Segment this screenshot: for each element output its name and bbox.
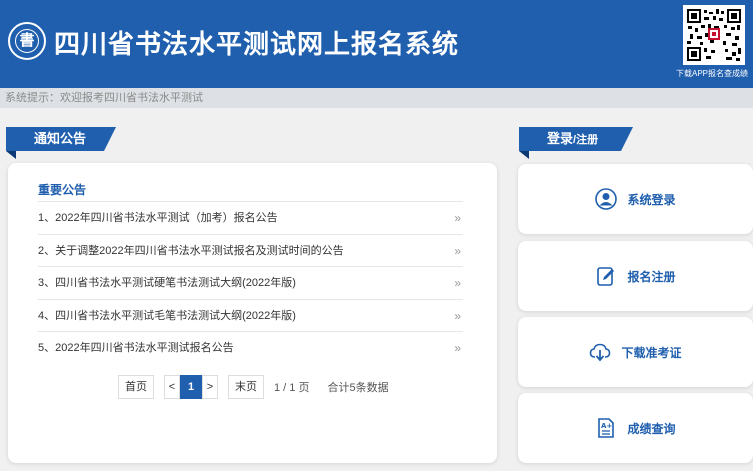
site-logo: 書 xyxy=(8,22,46,60)
system-login-button[interactable]: 系统登录 xyxy=(518,164,753,234)
announcement-title[interactable]: 2、关于调整2022年四川省书法水平测试报名及测试时间的公告 xyxy=(38,245,344,257)
important-announcements-heading: 重要公告 xyxy=(38,183,87,197)
page-info: 1 / 1 页 xyxy=(274,382,310,394)
announcement-title[interactable]: 4、四川省书法水平测试毛笔书法测试大纲(2022年版) xyxy=(38,310,296,322)
announcement-title[interactable]: 3、四川省书法水平测试硬笔书法测试大纲(2022年版) xyxy=(38,277,296,289)
logo-character: 書 xyxy=(15,29,39,53)
double-chevron-right-icon: » xyxy=(454,243,461,258)
ribbon-tip xyxy=(621,127,633,151)
announcements-section-title: 通知公告 xyxy=(6,127,104,151)
announcements-card: 重要公告 1、2022年四川省书法水平测试（加考）报名公告 » 2、关于调整20… xyxy=(8,163,497,463)
login-section-title: 登录/注册 xyxy=(519,127,621,151)
double-chevron-right-icon: » xyxy=(454,341,461,355)
qr-caption: 下载APP报名查成绩 xyxy=(676,69,749,78)
score-query-button[interactable]: A+ 成绩查询 xyxy=(518,393,753,463)
system-login-label: 系统登录 xyxy=(627,192,676,207)
download-admission-ticket-button[interactable]: 下载准考证 xyxy=(518,317,753,387)
double-chevron-right-icon: » xyxy=(454,308,461,323)
login-title-main: 登录 xyxy=(547,131,574,146)
ribbon-tip xyxy=(104,127,116,151)
next-page-button[interactable]: > xyxy=(202,375,218,399)
announcement-item[interactable]: 5、2022年四川省书法水平测试报名公告 » xyxy=(38,331,463,364)
first-page-button[interactable]: 首页 xyxy=(118,375,154,399)
double-chevron-right-icon: » xyxy=(454,211,461,225)
total-count: 合计5条数据 xyxy=(327,382,389,394)
announcement-item[interactable]: 1、2022年四川省书法水平测试（加考）报名公告 » xyxy=(38,201,463,234)
announcements-ribbon: 通知公告 xyxy=(6,127,116,159)
double-chevron-right-icon: » xyxy=(454,276,461,290)
edit-form-icon xyxy=(595,265,617,287)
app-qr-code xyxy=(683,5,745,65)
prev-page-button[interactable]: < xyxy=(164,375,180,399)
user-icon xyxy=(595,188,618,210)
ribbon-fold xyxy=(6,151,16,159)
score-document-icon: A+ xyxy=(595,417,617,439)
download-admission-ticket-label: 下载准考证 xyxy=(621,345,682,360)
announcement-item[interactable]: 2、关于调整2022年四川省书法水平测试报名及测试时间的公告 » xyxy=(38,233,463,267)
current-page-button[interactable]: 1 xyxy=(180,375,202,399)
announcement-title[interactable]: 1、2022年四川省书法水平测试（加考）报名公告 xyxy=(38,212,278,224)
last-page-button[interactable]: 末页 xyxy=(228,375,264,399)
announcement-item[interactable]: 4、四川省书法水平测试毛笔书法测试大纲(2022年版) » xyxy=(38,298,463,332)
login-ribbon: 登录/注册 xyxy=(519,127,633,159)
register-button[interactable]: 报名注册 xyxy=(518,241,753,311)
site-header: 書 四川省书法水平测试网上报名系统 下载APP报名查成绩 xyxy=(0,0,753,88)
system-notice-bar: 系统提示：欢迎报考四川省书法水平测试 xyxy=(0,88,753,108)
announcement-title[interactable]: 5、2022年四川省书法水平测试报名公告 xyxy=(38,342,234,354)
score-query-label: 成绩查询 xyxy=(627,421,676,436)
pagination: 首页 < 1 > 末页 1 / 1 页 合计5条数据 xyxy=(118,375,389,399)
login-title-sub: /注册 xyxy=(573,134,599,146)
cloud-download-icon xyxy=(589,341,611,363)
announcement-item[interactable]: 3、四川省书法水平测试硬笔书法测试大纲(2022年版) » xyxy=(38,266,463,299)
ribbon-fold xyxy=(519,151,529,159)
svg-text:A+: A+ xyxy=(601,422,612,430)
announcement-list: 1、2022年四川省书法水平测试（加考）报名公告 » 2、关于调整2022年四川… xyxy=(38,201,463,364)
site-title: 四川省书法水平测试网上报名系统 xyxy=(54,29,460,59)
register-label: 报名注册 xyxy=(627,269,676,284)
